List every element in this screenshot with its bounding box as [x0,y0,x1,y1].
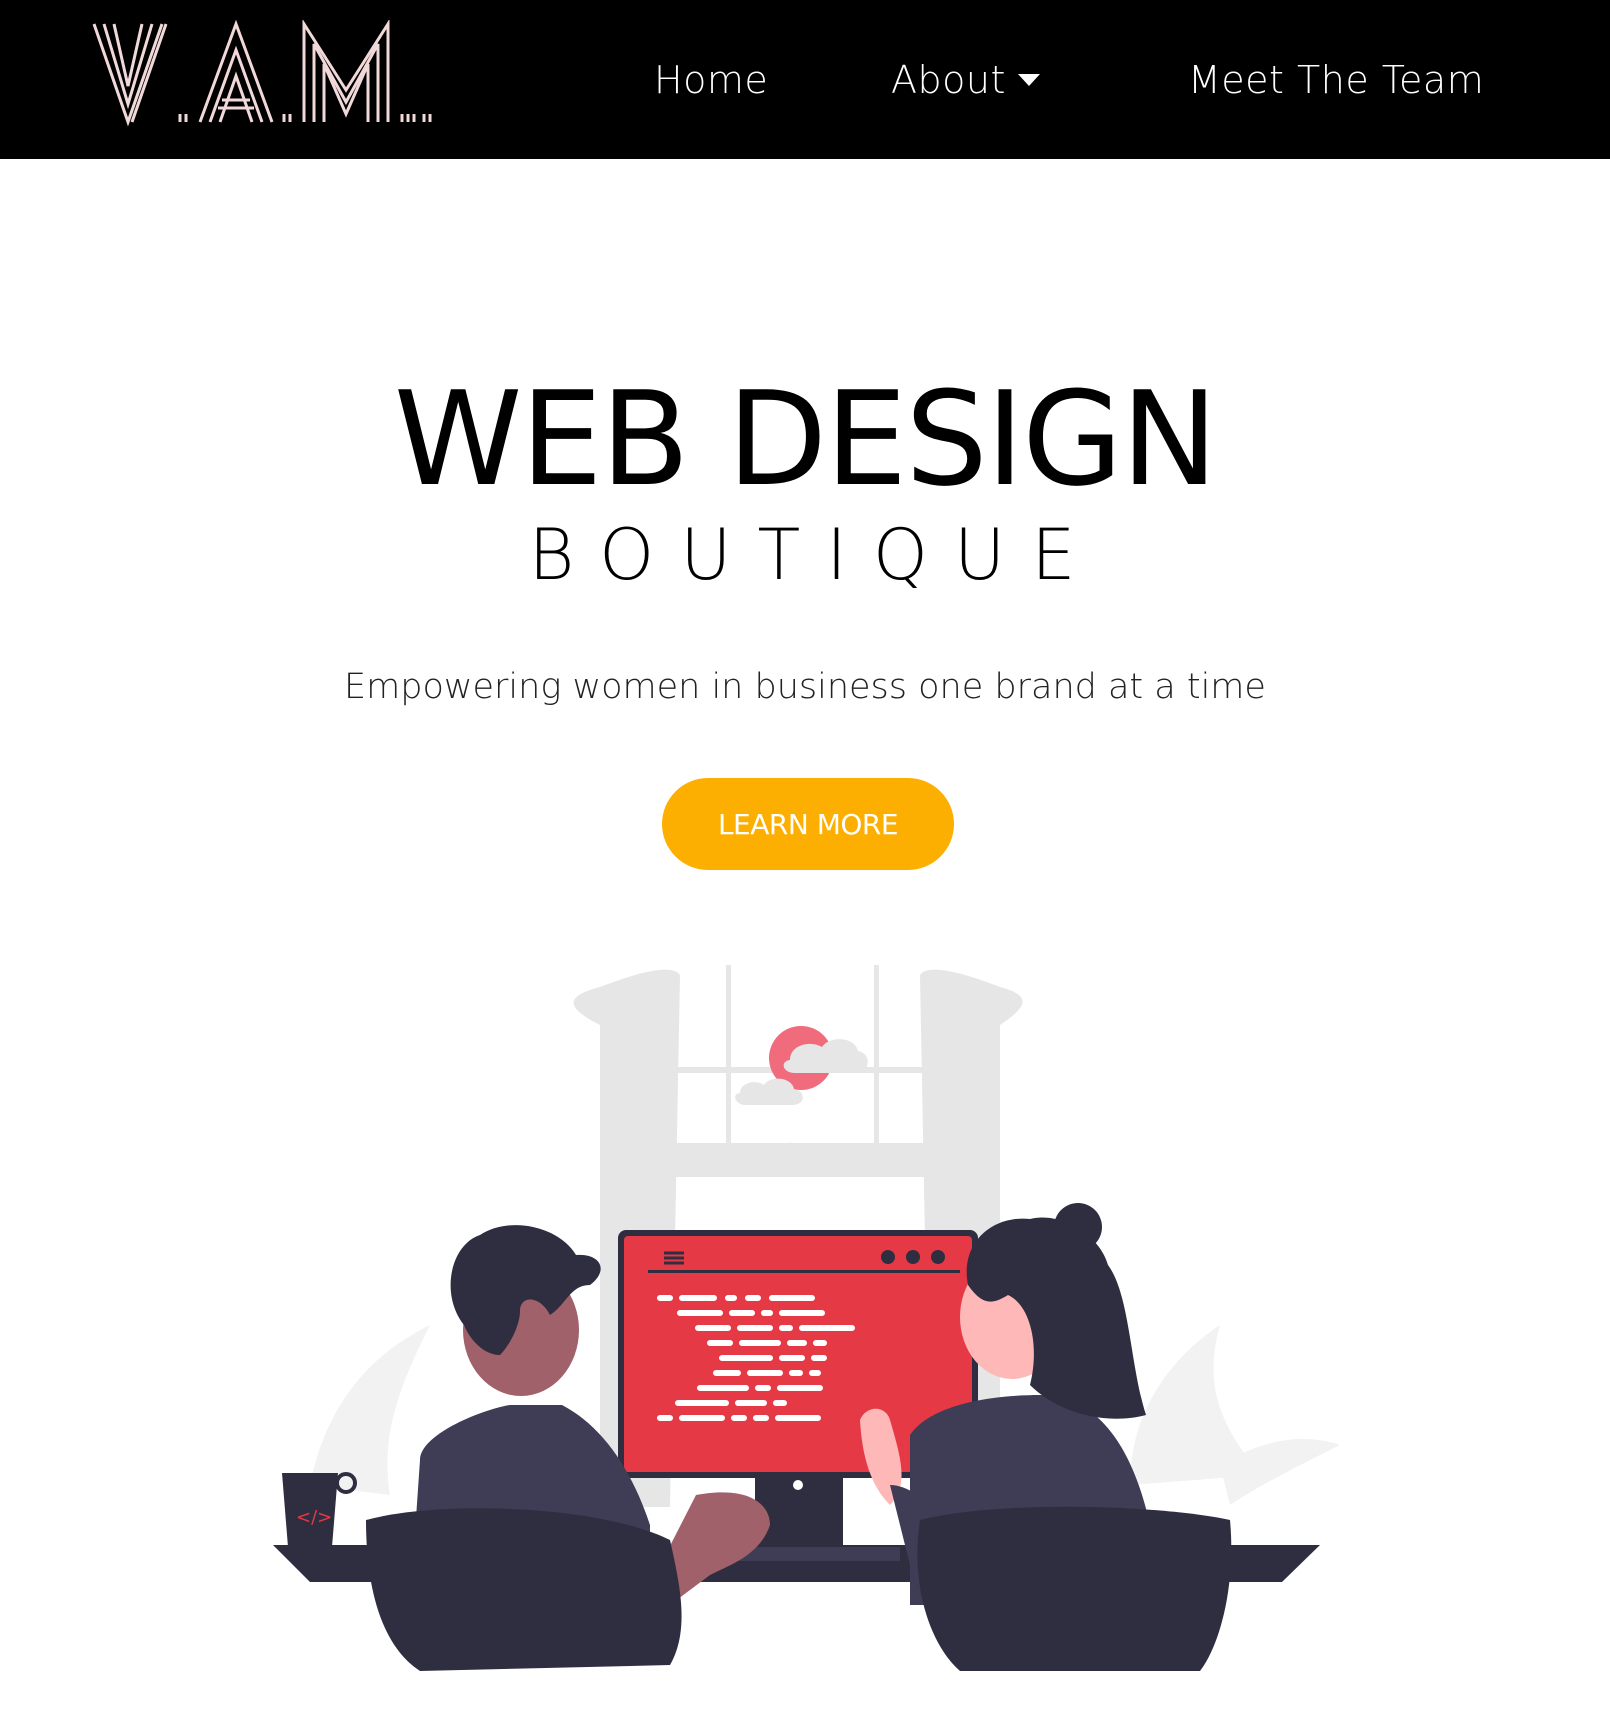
code-icon: </> [296,1507,332,1528]
chevron-down-icon[interactable] [1018,74,1040,86]
nav-home[interactable]: Home [654,52,768,108]
site-header: Home About Meet The Team [0,0,1610,159]
hero-title: WEB DESIGN [393,363,1218,515]
learn-more-button[interactable]: LEARN MORE [662,778,954,870]
nav-meet-the-team[interactable]: Meet The Team [1188,52,1484,108]
hero-tagline: Empowering women in business one brand a… [344,667,1266,707]
vam-logo[interactable] [92,20,474,126]
two-people-coding-illustration: </> [273,965,1340,1671]
hero-subtitle: BOUTIQUE [528,514,1102,596]
nav-about[interactable]: About [891,52,1006,108]
